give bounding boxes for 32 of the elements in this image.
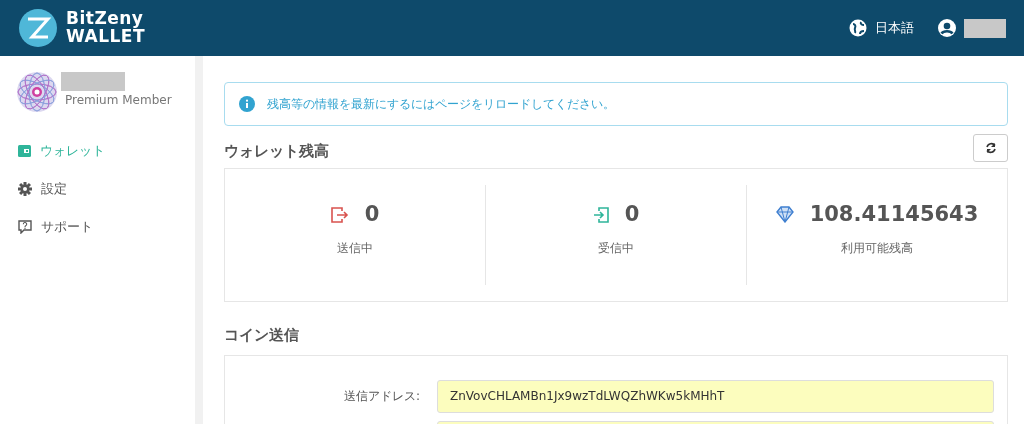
refresh-icon — [984, 142, 997, 154]
balance-value: 108.41145643 — [809, 201, 979, 228]
balance-value: 0 — [624, 201, 640, 228]
wallet-icon — [18, 144, 31, 158]
balance-value: 0 — [364, 201, 380, 228]
logo-text: WALLET — [66, 28, 146, 46]
section-heading: ウォレット残高 — [224, 140, 329, 162]
logo-icon — [18, 8, 58, 48]
enter-arrow-icon — [592, 206, 609, 223]
diamond-icon — [775, 206, 794, 224]
globe-icon — [849, 19, 867, 37]
balance-label: 受信中 — [597, 239, 635, 257]
balance-label: 送信中 — [336, 239, 374, 257]
user-icon — [938, 19, 956, 37]
sidebar-item[interactable]: サポート — [0, 208, 195, 246]
alert-text: 残高等の情報を最新にするにはページをリロードしてください。 — [267, 96, 615, 113]
info-icon — [239, 96, 255, 112]
help-icon — [18, 220, 32, 234]
gear-icon — [18, 182, 32, 196]
input-field[interactable]: ZnVovCHLAMBn1Jx9wzTdLWQZhWKw5kMHhT — [437, 379, 994, 413]
sidebar-item[interactable]: 設定 — [0, 170, 195, 208]
redacted-username — [964, 18, 1006, 38]
member-label: Premium Member — [65, 92, 172, 109]
logo-text: BitZeny — [66, 10, 145, 28]
field-label: 送信アドレス: — [343, 389, 420, 403]
redacted-username — [61, 72, 125, 91]
avatar-pattern — [17, 72, 57, 112]
balance-label: 利用可能残高 — [840, 239, 914, 257]
language-link[interactable]: 日本語 — [875, 18, 914, 38]
refresh-button[interactable] — [973, 134, 1008, 162]
section-heading: コイン送信 — [224, 325, 300, 346]
exit-arrow-icon — [330, 206, 349, 223]
